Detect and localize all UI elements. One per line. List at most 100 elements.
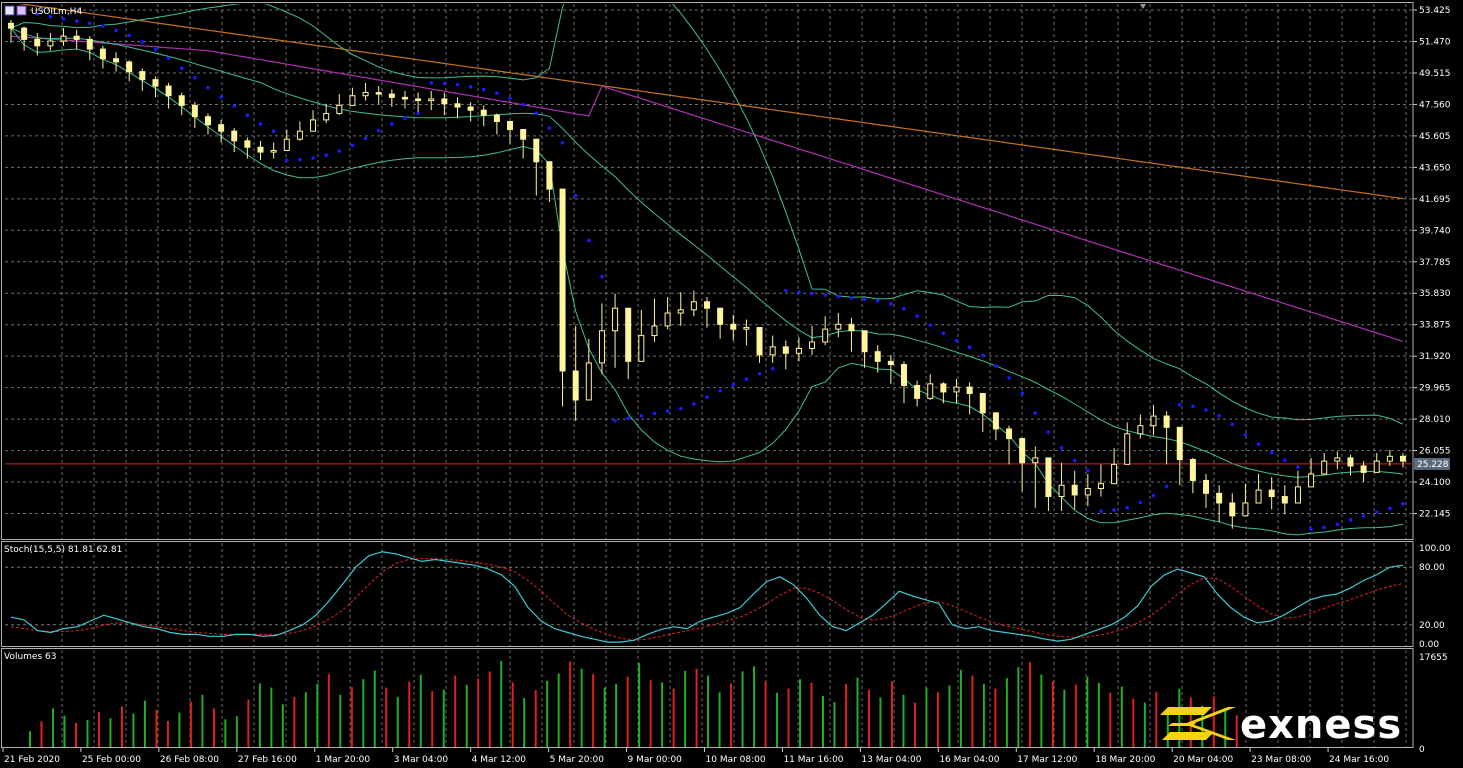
price-y-tick-label: 24.100 [1419, 478, 1451, 488]
psar-dot [1099, 509, 1103, 513]
candle-body-bearish [1163, 415, 1170, 428]
candle-body-bullish [1058, 484, 1065, 498]
candle-body-bearish [507, 121, 514, 131]
candle-body-bearish [1347, 457, 1354, 467]
exness-wordmark: exness [1240, 702, 1402, 748]
psar-dot [74, 19, 79, 23]
psar-dot [1243, 432, 1248, 437]
candle-body-bullish [769, 346, 776, 356]
psar-dot [1388, 506, 1392, 511]
candle-body-bullish [1111, 463, 1118, 485]
psar-dot [114, 28, 118, 33]
candle-body-bearish [8, 22, 14, 29]
candle-body-bearish [204, 116, 211, 126]
psar-dot [626, 416, 631, 421]
symbol-icon [16, 5, 27, 16]
candle-body-bearish [992, 412, 999, 430]
candle-body-bearish [165, 85, 172, 97]
psar-dot [1335, 522, 1340, 527]
candle-body-bearish [900, 364, 907, 386]
candle-body-bearish [178, 95, 185, 106]
psar-dot [547, 126, 552, 130]
price-y-tick-label: 39.740 [1419, 226, 1451, 236]
psar-dot [1348, 518, 1353, 522]
stoch-y-tick-label: 100.00 [1419, 544, 1451, 554]
candle-body-bearish [848, 323, 855, 332]
candle-body-bullish [598, 330, 605, 364]
psar-dot [994, 364, 998, 368]
candle-body-bearish [388, 93, 395, 98]
candle-body-bearish [782, 346, 789, 354]
psar-dot [166, 56, 171, 61]
candle-body-bearish [979, 393, 986, 414]
psar-dot [665, 409, 670, 413]
psar-dot [1059, 446, 1064, 450]
trading-chart[interactable]: 53.425 51.470 49.515 47.560 45.605 43.650 41.6… [0, 0, 1463, 768]
psar-dot [376, 128, 381, 133]
psar-dot [1112, 508, 1116, 512]
psar-dot [232, 104, 237, 108]
psar-dot [324, 153, 328, 157]
psar-dot [587, 238, 591, 243]
x-tick-label: 17 Mar 12:00 [1017, 755, 1077, 765]
price-y-tick-label: 33.875 [1419, 321, 1451, 331]
psar-dot [1374, 510, 1379, 514]
candle-body-bearish [1071, 484, 1078, 496]
psar-dot [613, 419, 617, 423]
psar-dot [783, 288, 788, 293]
psar-dot [1230, 422, 1235, 427]
candle-body-bearish [1216, 492, 1223, 504]
current-price-label: 25.228 [1417, 460, 1449, 470]
candle-body-bullish [428, 98, 435, 102]
psar-dot [468, 84, 473, 89]
psar-dot [600, 274, 604, 279]
psar-dot [1151, 493, 1156, 498]
candle-body-bearish [887, 360, 894, 366]
psar-dot [284, 158, 289, 162]
candle-body-bearish [1400, 455, 1406, 462]
psar-dot [954, 338, 959, 343]
psar-dot [140, 39, 145, 44]
psar-dot [1020, 391, 1024, 396]
psar-dot [206, 85, 210, 90]
symbol-header: USOILm,H4 [4, 5, 82, 17]
psar-dot [534, 111, 539, 115]
psar-dot [442, 81, 447, 86]
candle-body-bullish [638, 335, 645, 362]
candle-body-bearish [493, 114, 500, 123]
candle-body-bearish [257, 146, 264, 153]
candle-body-bullish [1255, 489, 1262, 504]
psar-dot [416, 111, 420, 116]
psar-dot [902, 306, 906, 311]
psar-dot [390, 122, 394, 126]
candle-body-bearish [1189, 459, 1196, 481]
x-tick-label: 9 Mar 00:00 [628, 755, 683, 765]
psar-dot [127, 33, 131, 38]
x-tick-label: 26 Feb 08:00 [160, 755, 219, 765]
psar-dot [1361, 514, 1366, 518]
symbol-timeframe: USOILm,H4 [31, 7, 82, 17]
candle-body-bullish [690, 301, 697, 311]
candle-body-bullish [1150, 415, 1157, 427]
psar-dot [652, 411, 657, 416]
psar-dot [1164, 484, 1169, 489]
psar-dot [1322, 525, 1327, 530]
candle-body-bearish [99, 48, 106, 60]
candle-body-bullish [1373, 460, 1380, 473]
candle-body-bearish [914, 384, 921, 399]
psar-dot [1204, 408, 1208, 412]
price-y-tick-label: 49.515 [1419, 69, 1451, 79]
psar-dot [363, 136, 368, 141]
x-tick-label: 21 Feb 2020 [4, 755, 60, 765]
x-tick-label: 10 Mar 08:00 [706, 755, 766, 765]
psar-dot [311, 156, 315, 160]
x-tick-label: 24 Mar 16:00 [1329, 755, 1389, 765]
psar-dot [1217, 413, 1221, 418]
psar-dot [731, 382, 736, 387]
candle-body-bearish [1045, 457, 1052, 498]
x-tick-label: 4 Mar 12:00 [472, 755, 527, 765]
candle-body-bearish [152, 79, 159, 87]
psar-dot [179, 66, 184, 71]
volumes-label: Volumes 63 [4, 652, 56, 662]
candle-body-bearish [874, 351, 881, 362]
